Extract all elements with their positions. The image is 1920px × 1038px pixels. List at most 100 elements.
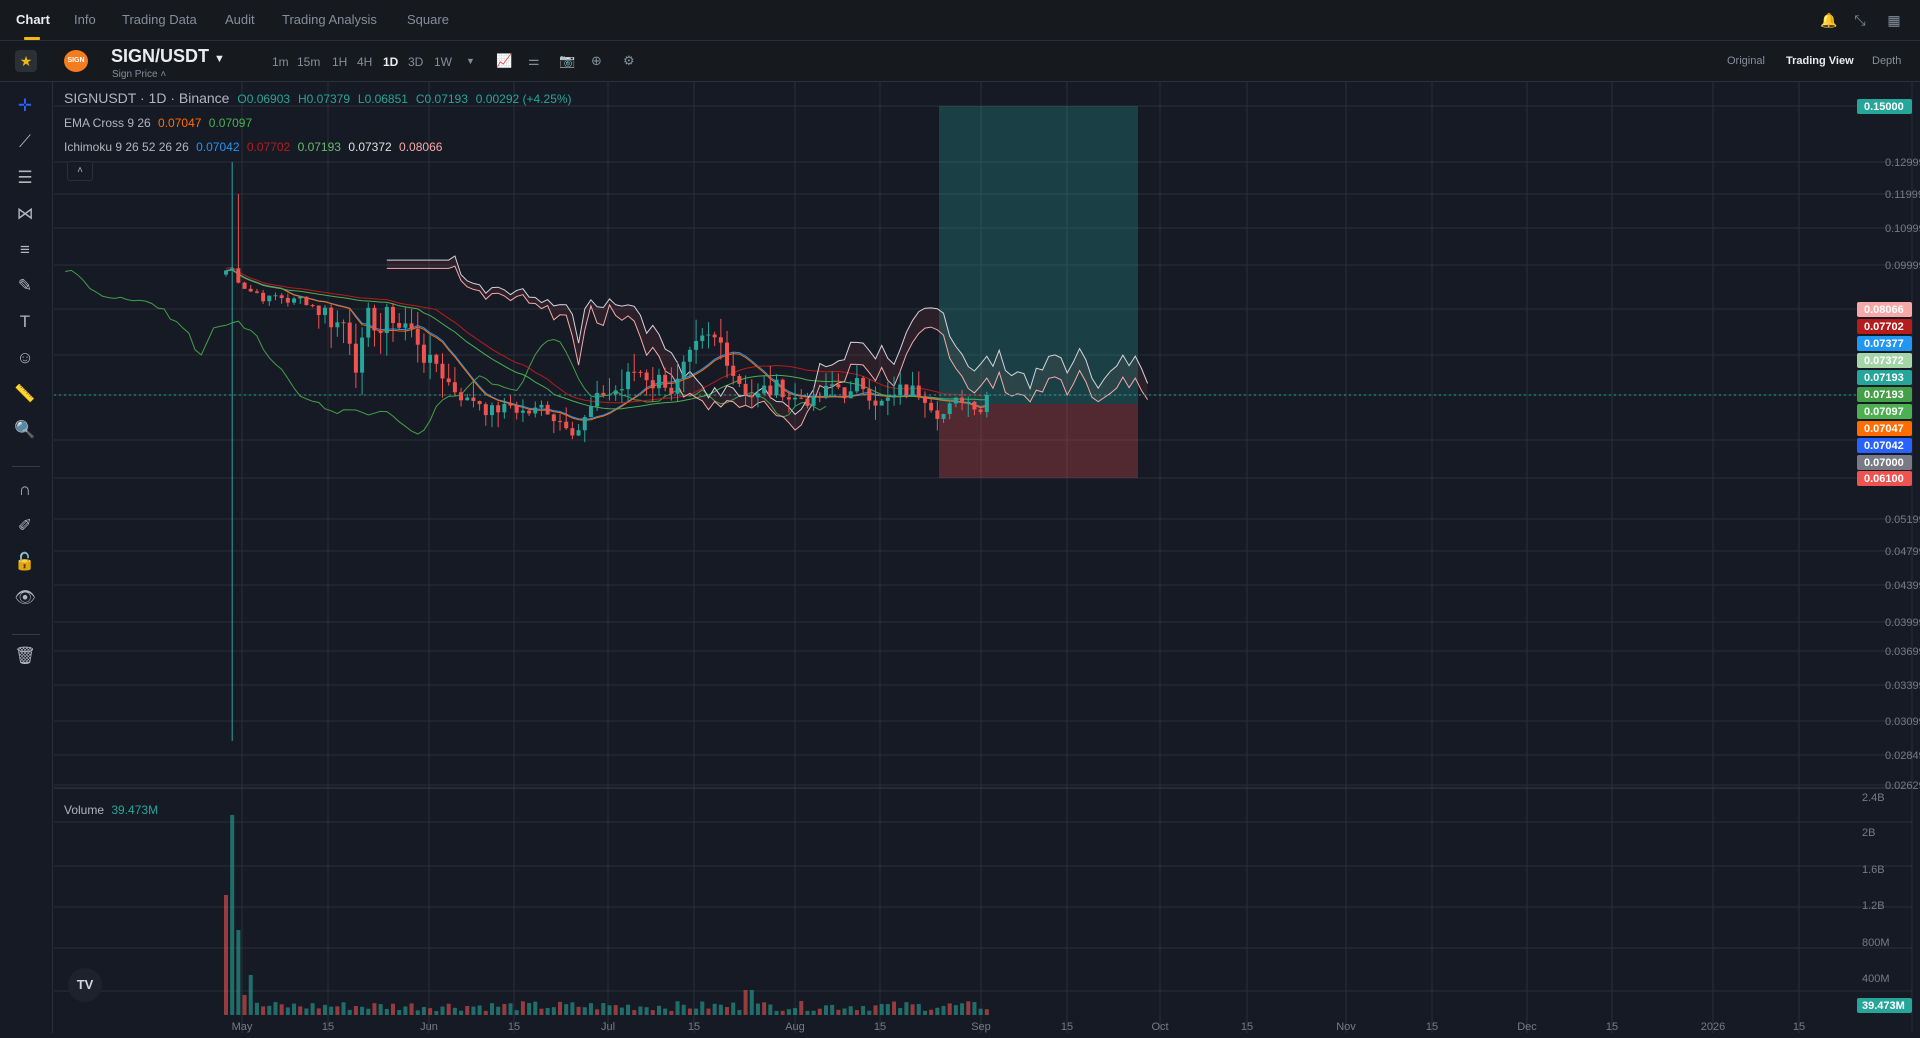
volume-bar <box>953 1005 958 1015</box>
ema-fast-line <box>225 269 987 421</box>
volume-tick-label: 1.6B <box>1862 864 1885 876</box>
trend-line-icon[interactable]: ⟋ <box>12 130 38 154</box>
volume-bar <box>533 1001 538 1015</box>
timeframe-3d[interactable]: 3D <box>408 55 423 69</box>
price-chart[interactable]: 0.12999 0.11999 0.10999 0.09999 0.05199 0.047… <box>54 82 1920 1033</box>
eye-icon[interactable]: 👁 <box>12 586 38 610</box>
volume-bar <box>817 1008 822 1015</box>
volume-bar <box>316 1008 321 1015</box>
chart-type-icon[interactable]: ⚌ <box>528 53 540 69</box>
price-label-text: 0.07193 <box>1864 372 1904 384</box>
candle-body <box>391 306 396 324</box>
draw-lock-icon[interactable]: ✐ <box>12 514 38 538</box>
time-tick-label: Jun <box>420 1021 438 1033</box>
volume-bar <box>737 1010 742 1015</box>
emoji-icon[interactable]: ☺ <box>12 346 38 370</box>
volume-bar <box>391 1003 396 1015</box>
volume-bar <box>489 1003 494 1015</box>
magnet-icon[interactable]: ∩ <box>12 478 38 502</box>
volume-bar <box>576 1006 581 1015</box>
legend-open: O0.06903 <box>237 92 291 106</box>
volume-bar <box>929 1009 934 1015</box>
indicators-icon[interactable]: 📈 <box>496 53 512 69</box>
candle-body <box>582 417 587 431</box>
timeframe-1d[interactable]: 1D <box>383 55 398 69</box>
fib-levels-icon[interactable]: ≡ <box>12 238 38 262</box>
candle-body <box>854 378 859 392</box>
tab-trading-analysis[interactable]: Trading Analysis <box>282 12 377 27</box>
time-tick-label: 15 <box>688 1021 700 1033</box>
chart-area[interactable]: 0.12999 0.11999 0.10999 0.09999 0.05199 0.047… <box>54 82 1920 1033</box>
add-icon[interactable]: ⊕ <box>591 53 602 69</box>
text-tool-icon[interactable]: T <box>12 310 38 334</box>
tradingview-logo[interactable]: TV <box>68 968 102 1002</box>
candle-body <box>941 414 946 419</box>
brush-icon[interactable]: ✎ <box>12 274 38 298</box>
legend-ema[interactable]: EMA Cross 9 26 0.07047 0.07097 <box>64 116 256 130</box>
timeframe-1h[interactable]: 1H <box>332 55 347 69</box>
candle-body <box>514 405 519 413</box>
ruler-icon[interactable]: 📏 <box>12 382 38 406</box>
lock-icon[interactable]: 🔓 <box>12 550 38 574</box>
collapse-legend-button[interactable]: ˄ <box>67 161 93 181</box>
bell-icon[interactable]: 🔔 <box>1820 12 1837 28</box>
volume-bars <box>224 815 989 1015</box>
candle-body <box>613 390 618 395</box>
favorite-star-icon[interactable]: ★ <box>15 50 37 72</box>
candle-body <box>372 307 377 331</box>
volume-bar <box>502 1003 507 1015</box>
tab-chart[interactable]: Chart <box>16 12 50 27</box>
tab-trading-data[interactable]: Trading Data <box>122 12 197 27</box>
tab-square[interactable]: Square <box>407 12 449 27</box>
volume-bar <box>372 1003 377 1015</box>
symbol-selector[interactable]: SIGN/USDT ▼ <box>111 46 225 67</box>
view-trading-view[interactable]: Trading View <box>1786 55 1854 67</box>
horizontal-lines-icon[interactable]: ☰ <box>12 166 38 190</box>
symbol-subtitle[interactable]: Sign Price ˄ <box>112 69 166 80</box>
legend-ichimoku[interactable]: Ichimoku 9 26 52 26 26 0.07042 0.07702 0… <box>64 140 446 154</box>
candle-body <box>718 337 723 343</box>
volume-bar <box>514 1010 519 1015</box>
timeframe-1w[interactable]: 1W <box>434 55 452 69</box>
volume-value: 39.473M <box>111 803 159 817</box>
crosshair-icon[interactable]: ✛ <box>12 94 38 118</box>
candle-body <box>892 395 897 398</box>
time-tick-label: 15 <box>1793 1021 1805 1033</box>
candle-body <box>248 288 253 292</box>
timeframe-15m[interactable]: 15m <box>297 55 320 69</box>
trash-icon[interactable]: 🗑 <box>12 644 38 668</box>
settings-icon[interactable]: ⚙ <box>623 53 635 69</box>
volume-bar <box>483 1010 488 1015</box>
layout-grid-icon[interactable]: ▦ <box>1886 12 1902 28</box>
timeframe-1m[interactable]: 1m <box>272 55 289 69</box>
timeframe-4h[interactable]: 4H <box>357 55 372 69</box>
zoom-in-icon[interactable]: 🔍 <box>12 418 38 442</box>
camera-icon[interactable]: 📷 <box>559 53 575 69</box>
candle-body <box>403 323 408 328</box>
volume-bar <box>285 1007 290 1015</box>
volume-bar <box>341 1002 346 1015</box>
candle-body <box>916 385 921 397</box>
candle-body <box>502 403 507 413</box>
candle-body <box>421 344 426 363</box>
ichimoku-base-value: 0.07702 <box>246 140 291 154</box>
view-original[interactable]: Original <box>1727 55 1765 67</box>
pattern-icon[interactable]: ⋈ <box>12 202 38 226</box>
legend-main: SIGNUSDT · 1D · Binance O0.06903 H0.0737… <box>64 90 576 106</box>
timeframe-dropdown-icon[interactable]: ▼ <box>466 56 475 66</box>
candle-body <box>966 401 971 403</box>
tab-info[interactable]: Info <box>74 12 96 27</box>
candle-body <box>341 322 346 324</box>
volume-bar <box>347 1009 352 1015</box>
view-depth[interactable]: Depth <box>1872 55 1901 67</box>
time-tick-label: Nov <box>1336 1021 1356 1033</box>
volume-bar <box>428 1008 433 1015</box>
candle-body <box>409 323 414 329</box>
candle-body <box>700 335 705 342</box>
time-tick-label: May <box>232 1021 253 1033</box>
tab-audit[interactable]: Audit <box>225 12 255 27</box>
volume-bar <box>755 1003 760 1015</box>
candle-body <box>947 403 952 415</box>
minimize-icon[interactable]: ⤡ <box>1852 12 1868 28</box>
candle-body <box>527 410 532 414</box>
